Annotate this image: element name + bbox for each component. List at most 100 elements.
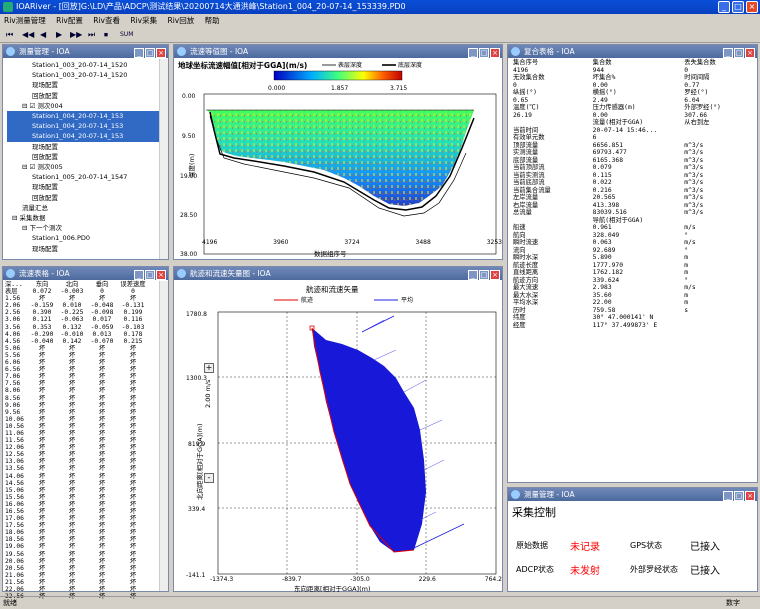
tree-item[interactable]: 现场配置 [7, 182, 164, 192]
table-row: 13.06 坏坏坏坏 [5, 458, 166, 465]
tree-scrollbar[interactable] [159, 59, 168, 259]
pane-minimize-icon[interactable]: _ [723, 491, 733, 501]
pane-maximize-icon[interactable]: □ [145, 48, 155, 58]
menu-view[interactable]: Riv查看 [93, 16, 120, 25]
menu-acquire[interactable]: Riv采集 [130, 16, 157, 25]
pane-close-icon[interactable]: × [156, 48, 166, 58]
fast-backward-icon[interactable]: ◀◀ [22, 29, 34, 41]
summary-cell: 无效集合数 [513, 74, 545, 81]
table-row: 2.06 -0.159 0.010 -0.048 -0.131 [5, 302, 166, 309]
table-cell: 坏 [68, 571, 76, 579]
track-chart: 航迹和流速矢量 航迹 平均 1780.8 1300.3 819.9 339.4 … [186, 284, 497, 579]
tree-item[interactable]: ⊟ 采集数据 [7, 213, 164, 223]
table-cell: 坏 [129, 415, 137, 423]
summary-cell: 当前集合流量 [513, 186, 551, 194]
tree-item[interactable]: ⊟ 下一个测次 [7, 223, 164, 233]
step-back-icon[interactable]: ◀ [40, 29, 46, 41]
velocity-table: 深... 东向 北向 垂向 误差速度 表层 0.072 -0.003 0 0 1.56 坏坏坏坏 2.0… [3, 280, 168, 601]
summary-cell: ° [684, 231, 689, 239]
tree-item[interactable]: 现场配置 [7, 80, 164, 90]
tree-item[interactable]: Station1_006.PD0 [7, 233, 164, 243]
tree-item[interactable]: ⊟ ☑ 测次005 [7, 162, 164, 172]
table-row: 19.56 坏 坏 坏 坏 [5, 551, 166, 558]
measurement-tree: Station1_003_20-07-14_1520 Station1_003_2… [3, 58, 168, 256]
minimize-icon[interactable]: _ [718, 1, 730, 13]
summary-cell: 6165.368 [592, 156, 624, 164]
last-frame-icon[interactable]: ⏭ [88, 29, 95, 41]
pane-maximize-icon[interactable]: □ [734, 491, 744, 501]
pane-minimize-icon[interactable]: _ [468, 48, 478, 58]
tree-item[interactable]: Station1_003_20-07-14_1520 [7, 70, 164, 80]
pane-maximize-icon[interactable]: □ [734, 48, 744, 58]
zoom-in-button[interactable]: + [204, 363, 214, 373]
menu-measure[interactable]: Riv测量管理 [4, 16, 46, 25]
summary-row: 当前顶部流 0.079 m^3/s [513, 164, 752, 172]
summary-cell: m^3/s [684, 141, 704, 149]
table-cell: 坏 [38, 486, 46, 494]
table-cell: 坏 [98, 543, 106, 551]
stop-icon[interactable]: ⏹ [104, 29, 108, 41]
menu-help[interactable]: 帮助 [205, 16, 220, 25]
summary-row: 纬度 30° 47.000141' N [513, 314, 752, 322]
tree-item[interactable]: 现场配置 [7, 244, 164, 254]
gps-status-value: 已接入 [690, 542, 720, 553]
menu-config[interactable]: Riv配置 [56, 16, 83, 25]
table-row: 5.06 坏 坏 坏 坏 [5, 345, 166, 352]
table-cell: 0.116 [123, 316, 143, 324]
y-tick-4: -141.1 [186, 572, 206, 579]
colorbar-tick-max: 3.715 [390, 85, 407, 92]
contour-title: 地球坐标流速幅值[相对于GGA](m/s) [178, 60, 307, 70]
y-tick-3: 339.4 [188, 506, 205, 513]
maximize-icon[interactable]: □ [732, 1, 744, 13]
tree-item[interactable]: Station1_005_20-07-14_1547 [7, 172, 164, 182]
zoom-out-button[interactable]: - [204, 473, 214, 483]
x-tick: 3253 [486, 239, 502, 246]
sum-button[interactable]: SUM [120, 29, 133, 41]
tree-item[interactable]: 回放配置 [7, 152, 164, 162]
pane-close-icon[interactable]: × [156, 270, 166, 280]
summary-cell: 83039.516 [592, 209, 627, 216]
fast-forward-icon[interactable]: ▶▶ [70, 29, 82, 41]
table-cell: 16.56 [5, 508, 24, 515]
pane-maximize-icon[interactable]: □ [479, 48, 489, 58]
table-cell: 坏 [38, 387, 46, 395]
column-header: 东向 [35, 281, 49, 288]
summary-cell: 外部罗经(°) [684, 104, 721, 111]
pane-minimize-icon[interactable]: _ [468, 270, 478, 280]
pane-minimize-icon[interactable]: _ [134, 48, 144, 58]
table-cell: 坏 [38, 564, 46, 572]
pane-minimize-icon[interactable]: _ [134, 270, 144, 280]
table-cell: 15.06 [5, 486, 24, 494]
first-frame-icon[interactable]: ⏮ [6, 29, 13, 41]
tree-item[interactable]: Station1_004_20-07-14_153 [7, 121, 164, 132]
tree-item[interactable]: 回放配置 [7, 91, 164, 101]
status-bar: 就绪 数字 [0, 596, 760, 608]
tree-item[interactable]: 回放配置 [7, 193, 164, 203]
pane-close-icon[interactable]: × [490, 48, 500, 58]
tree-item[interactable]: ⊟ ☑ 测次004 [7, 101, 164, 111]
summary-cell: 413.398 [592, 201, 620, 209]
summary-row: 航向 328.049 ° [513, 232, 752, 240]
tree-item[interactable]: 现场配置 [7, 142, 164, 152]
pane-maximize-icon[interactable]: □ [479, 270, 489, 280]
play-icon[interactable]: ▶ [56, 29, 62, 41]
summary-cell: 2.983 [592, 284, 612, 291]
tree-item[interactable]: Station1_004_20-07-14_153 [7, 111, 164, 122]
tree-item[interactable]: Station1_003_20-07-14_1520 [7, 60, 164, 70]
table-cell: 0.390 [32, 309, 52, 317]
tree-item[interactable]: Station1_004_20-07-14_153 [7, 131, 164, 142]
table-cell: 坏 [68, 401, 76, 409]
pane-minimize-icon[interactable]: _ [723, 48, 733, 58]
summary-row: 总流量 83039.516 m^3/s [513, 209, 752, 217]
pane-maximize-icon[interactable]: □ [145, 270, 155, 280]
table-scrollbar[interactable] [159, 281, 168, 591]
table-cell: 坏 [129, 295, 137, 303]
close-icon[interactable]: × [746, 1, 758, 13]
tree-item[interactable]: 流量汇总 [7, 203, 164, 213]
pane-close-icon[interactable]: × [745, 491, 755, 501]
pane-close-icon[interactable]: × [490, 270, 500, 280]
pane-close-icon[interactable]: × [745, 48, 755, 58]
summary-cell: m/s [684, 284, 696, 291]
menu-playback[interactable]: Riv回放 [168, 16, 195, 25]
summary-cell: 温度(℃) [513, 104, 540, 111]
